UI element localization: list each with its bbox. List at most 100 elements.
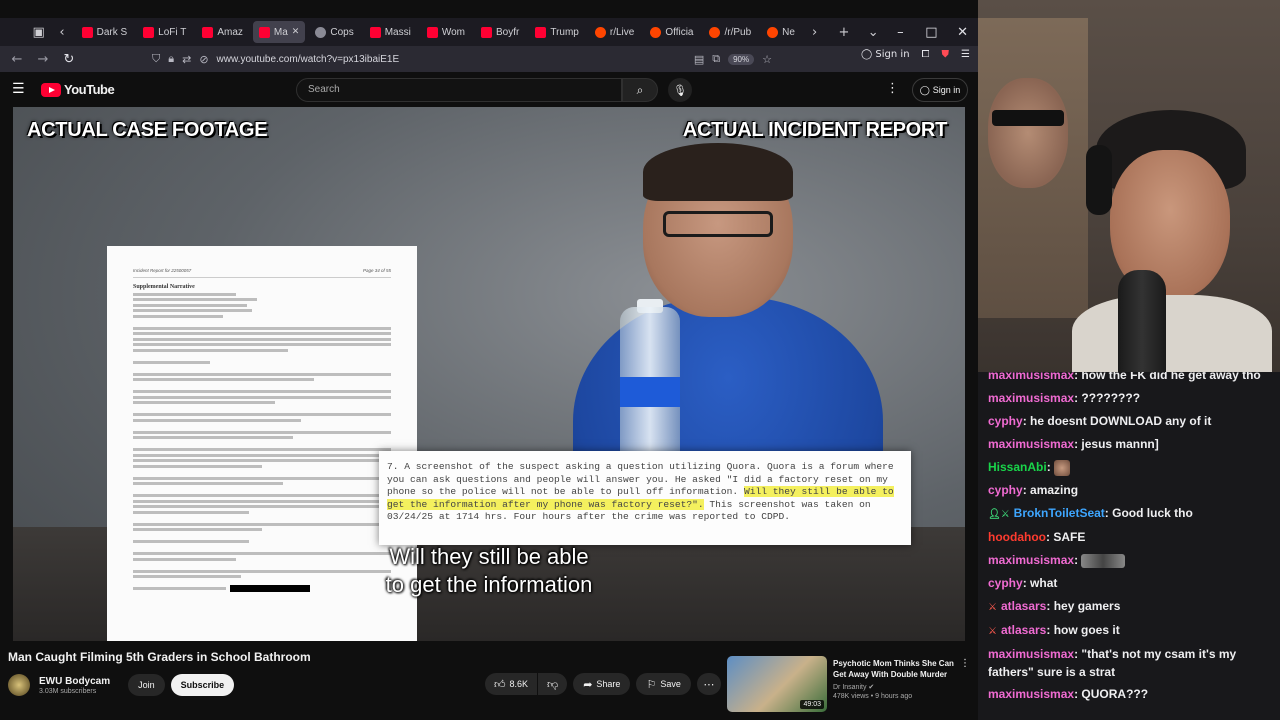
doc-line xyxy=(133,430,391,434)
doc-header-left: Incident Report for 22500057 xyxy=(133,268,192,273)
like-button[interactable]: 👍︎ 8.6K xyxy=(485,673,538,695)
video-player[interactable]: ACTUAL CASE FOOTAGE ACTUAL INCIDENT REPO… xyxy=(13,107,965,641)
youtube-favicon-icon xyxy=(369,26,381,38)
reload-icon[interactable]: ↻ xyxy=(58,48,80,70)
chat-emote-icon xyxy=(1054,459,1071,476)
hamburger-icon[interactable]: ☰ xyxy=(12,81,25,97)
subscribe-button[interactable]: Subscribe xyxy=(170,674,235,696)
microphone-icon[interactable]: 🎙︎ xyxy=(668,78,692,102)
minimize-icon[interactable]: – xyxy=(885,25,916,40)
browser-tab[interactable]: Massi xyxy=(364,21,417,43)
channel-avatar[interactable] xyxy=(8,674,30,696)
browser-tab[interactable]: /r/Pub xyxy=(703,21,757,43)
youtube-sign-in-button[interactable]: ◯ Sign in xyxy=(912,78,968,102)
chat-message: maximusismax: xyxy=(988,549,1272,572)
permissions-icon[interactable]: ⇄ xyxy=(182,53,191,66)
browser-tab[interactable]: Amaz xyxy=(196,21,249,43)
youtube-logo[interactable]: YouTube xyxy=(41,82,115,97)
maximize-icon[interactable]: □ xyxy=(916,25,947,40)
account-button[interactable]: ◯ Sign in xyxy=(861,49,909,60)
chat-username[interactable]: cyphy xyxy=(988,414,1023,428)
youtube-favicon-icon xyxy=(202,26,214,38)
reddit-favicon-icon xyxy=(709,26,721,38)
chat-username[interactable]: cyphy xyxy=(988,576,1023,590)
tab-label: Dark S xyxy=(96,26,128,38)
more-actions-button[interactable]: ⋯ xyxy=(696,673,721,695)
scroll-tabs-right-icon[interactable]: › xyxy=(803,20,826,44)
chat-username[interactable]: HissanAbi xyxy=(988,460,1047,474)
close-tab-icon[interactable]: ✕ xyxy=(292,27,300,37)
doc-line xyxy=(133,522,391,526)
chat-username[interactable]: maximusismax xyxy=(988,647,1074,661)
save-button[interactable]: ⚐ Save xyxy=(636,673,691,695)
overlay-title-left: ACTUAL CASE FOOTAGE xyxy=(27,119,268,141)
list-tabs-icon[interactable]: ⌄ xyxy=(862,20,885,44)
browser-tab[interactable]: Boyfr xyxy=(475,21,525,43)
pip-icon[interactable]: ⧉ xyxy=(712,52,720,66)
search-icon[interactable]: ⌕ xyxy=(622,78,658,102)
chat-username[interactable]: cyphy xyxy=(988,483,1023,497)
doc-line xyxy=(133,326,391,330)
reader-view-icon[interactable]: ▤ xyxy=(694,53,704,66)
doc-line xyxy=(133,360,211,364)
browser-tab[interactable]: Dark S xyxy=(76,21,134,43)
channel-name[interactable]: EWU Bodycam xyxy=(39,676,110,687)
browser-tab[interactable]: Officia xyxy=(644,21,699,43)
chat-username[interactable]: maximusismax xyxy=(988,553,1074,567)
dislike-button[interactable]: 👎︎ xyxy=(538,673,568,695)
new-tab-icon[interactable]: + xyxy=(832,20,855,44)
browser-tab[interactable]: Ma ✕ xyxy=(252,21,306,43)
doc-line xyxy=(133,395,391,399)
doc-line xyxy=(133,557,237,561)
tab-groups-icon[interactable]: ▣ xyxy=(27,20,50,44)
chat-username[interactable]: maximusismax xyxy=(988,687,1074,701)
browser-tab[interactable]: Cops xyxy=(309,21,359,43)
close-window-icon[interactable]: ✕ xyxy=(947,25,978,40)
browser-tab[interactable]: Ne xyxy=(761,21,801,43)
streamer-tank-top xyxy=(1072,295,1272,372)
share-button[interactable]: ➦ Share xyxy=(573,673,631,695)
browser-tab[interactable]: Trump xyxy=(529,21,585,43)
share-icon: ➦ xyxy=(583,677,593,691)
chat-username[interactable]: maximusismax xyxy=(988,372,1074,382)
chat-username[interactable]: BroknToiletSeat xyxy=(1014,506,1105,520)
tab-label: Wom xyxy=(441,26,465,38)
navigation-bar: ← → ↻ ⛉ 🔒︎ ⇄ ⊘ www.youtube.com/watch?v=p… xyxy=(0,46,978,72)
bookmark-star-icon[interactable]: ☆ xyxy=(762,53,772,66)
extensions-icon[interactable]: ⧠ xyxy=(922,49,930,60)
redaction-bar xyxy=(229,584,310,592)
video-title: Man Caught Filming 5th Graders in School… xyxy=(8,650,311,664)
recommended-menu-icon[interactable]: ⋮ xyxy=(960,658,970,669)
doc-line xyxy=(133,575,242,578)
join-button[interactable]: Join xyxy=(128,674,165,696)
recommended-duration: 49:03 xyxy=(800,700,824,709)
chat-separator: : xyxy=(1022,576,1031,590)
chat-username[interactable]: maximusismax xyxy=(988,391,1074,405)
chat-username[interactable]: maximusismax xyxy=(988,437,1074,451)
recommended-video[interactable]: 49:03 Psychotic Mom Thinks She Can Get A… xyxy=(727,656,972,712)
browser-tab[interactable]: Wom xyxy=(421,21,471,43)
chat-username[interactable]: hoodahoo xyxy=(988,530,1046,544)
shield-icon[interactable]: ⛉ xyxy=(152,52,160,66)
browser-tab[interactable]: r/Live xyxy=(589,21,640,43)
url-bar[interactable]: ⛉ 🔒︎ ⇄ ⊘ www.youtube.com/watch?v=px13iba… xyxy=(152,49,772,69)
verified-icon: ✔ xyxy=(868,683,875,691)
more-options-icon[interactable]: ⋮ xyxy=(886,81,899,96)
chat-username[interactable]: atlasars xyxy=(1001,599,1046,613)
youtube-play-icon xyxy=(41,82,61,97)
recommended-thumbnail[interactable]: 49:03 xyxy=(727,656,827,712)
forward-icon[interactable]: → xyxy=(32,48,54,70)
url-text[interactable]: www.youtube.com/watch?v=px13ibaiE1E xyxy=(217,54,400,65)
no-media-icon[interactable]: ⊘ xyxy=(199,53,208,66)
back-icon[interactable]: ← xyxy=(6,48,28,70)
scroll-tabs-left-icon[interactable]: ‹ xyxy=(50,20,73,44)
menu-icon[interactable]: ☰ xyxy=(961,49,970,60)
zoom-level[interactable]: 90% xyxy=(728,53,755,65)
lock-icon[interactable]: 🔒︎ xyxy=(168,52,174,66)
recommended-title[interactable]: Psychotic Mom Thinks She Can Get Away Wi… xyxy=(833,658,958,680)
search-input[interactable]: Search xyxy=(296,78,622,102)
chat-username[interactable]: atlasars xyxy=(1001,623,1046,637)
browser-tab[interactable]: LoFi T xyxy=(137,21,192,43)
ublock-icon[interactable]: ⛊ xyxy=(942,49,950,60)
chat-text: how the FK did he get away tho xyxy=(1081,372,1261,382)
